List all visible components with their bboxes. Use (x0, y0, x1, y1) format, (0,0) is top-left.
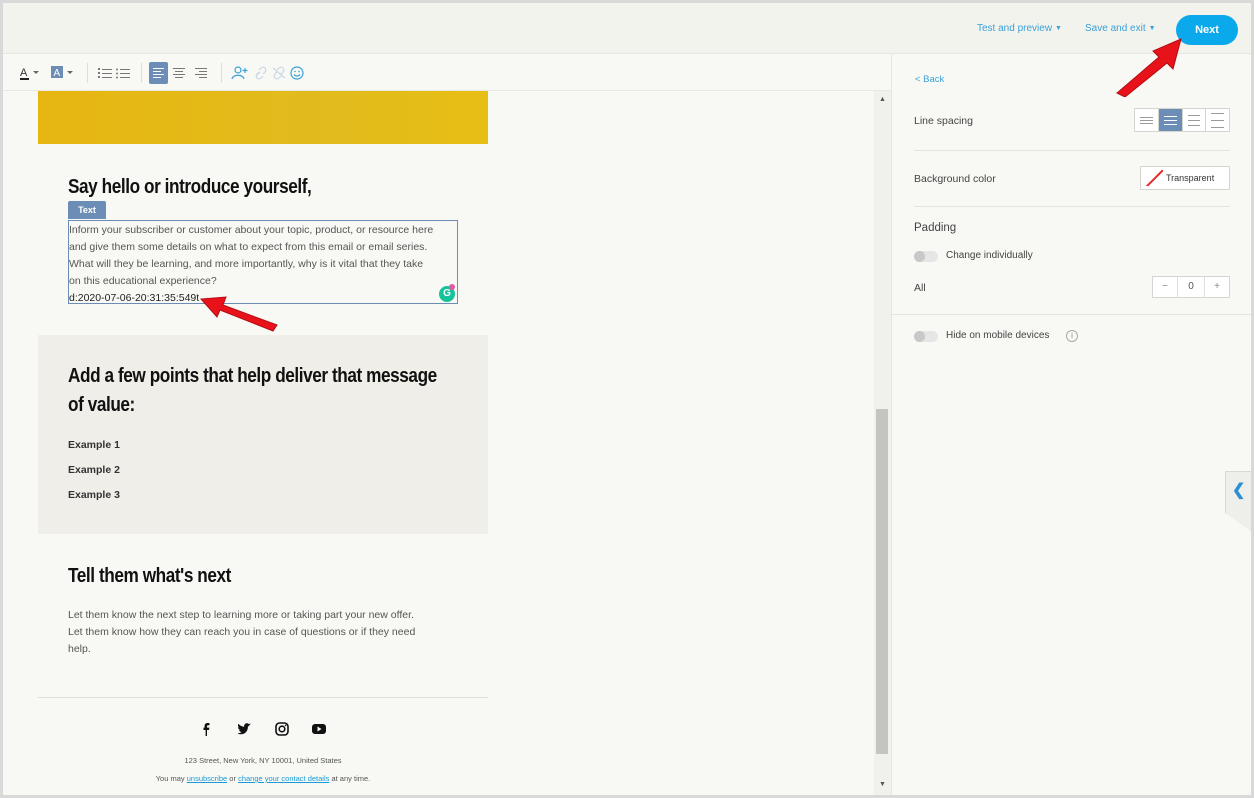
ordered-list-icon[interactable] (97, 64, 113, 82)
align-right-icon[interactable] (193, 64, 209, 82)
panel-divider (914, 150, 1230, 151)
formatting-toolbar: A A (3, 54, 891, 91)
paragraph-line: Let them know how they can reach you in … (68, 626, 416, 638)
caret-down-icon: ▼ (1055, 25, 1062, 32)
text-color-icon[interactable]: A (17, 64, 41, 82)
insert-personalization-icon[interactable] (231, 64, 249, 82)
unsubscribe-link[interactable]: unsubscribe (187, 774, 227, 783)
remove-link-icon[interactable] (271, 64, 287, 82)
hide-mobile-toggle[interactable] (914, 331, 938, 342)
canvas-scrollbar[interactable]: ▲ ▼ (874, 91, 891, 795)
annotation-arrow (199, 296, 278, 332)
section1-heading[interactable]: Say hello or introduce yourself, (68, 176, 312, 199)
editor-window: Test and preview ▼ Save and exit ▼ Next A … (3, 3, 1251, 795)
change-individually-label: Change individually (946, 250, 1033, 261)
footer-prefix: You may (155, 774, 185, 783)
body-line: What will they be learning, and more imp… (69, 258, 424, 270)
footer-links: You may unsubscribe or change your conta… (38, 774, 488, 783)
line-spacing-normal[interactable] (1158, 109, 1183, 131)
scrollbar-thumb[interactable] (876, 409, 888, 754)
change-contact-details-link[interactable]: change your contact details (238, 774, 329, 783)
section3-paragraph[interactable]: Let them know the next step to learning … (68, 607, 458, 658)
toolbar-divider (141, 63, 142, 83)
align-left-icon[interactable] (149, 62, 168, 84)
padding-decrease-button[interactable]: − (1153, 277, 1177, 297)
section3-heading[interactable]: Tell them what's next (68, 565, 231, 588)
insert-link-icon[interactable] (253, 64, 269, 82)
section2-heading-line1[interactable]: Add a few points that help deliver that … (68, 365, 437, 388)
highlight-color-icon[interactable]: A (49, 64, 75, 82)
example-item[interactable]: Example 3 (68, 489, 120, 501)
grammarly-icon[interactable]: G (439, 284, 455, 302)
scroll-up-icon[interactable]: ▲ (877, 96, 888, 103)
hide-mobile-label: Hide on mobile devices (946, 330, 1050, 341)
footer-or: or (229, 774, 236, 783)
scroll-down-icon[interactable]: ▼ (877, 781, 888, 788)
line-spacing-loose[interactable] (1206, 109, 1229, 131)
footer-suffix: at any time. (331, 774, 371, 783)
twitter-icon[interactable] (234, 719, 254, 739)
line-spacing-selector (1134, 108, 1230, 132)
svg-text:A: A (20, 67, 28, 79)
info-icon[interactable]: i (1066, 330, 1078, 342)
body-line: and give them some details on what to ex… (69, 241, 428, 253)
padding-value[interactable]: 0 (1177, 277, 1205, 297)
padding-increase-button[interactable]: + (1205, 277, 1229, 297)
paragraph-line: Let them know the next step to learning … (68, 609, 414, 621)
example-item[interactable]: Example 1 (68, 439, 120, 451)
instagram-icon[interactable] (272, 719, 292, 739)
toolbar-divider (221, 63, 222, 83)
toolbar-divider (87, 63, 88, 83)
panel-divider (914, 206, 1230, 207)
change-individually-toggle[interactable] (914, 251, 938, 262)
line-spacing-relaxed[interactable] (1183, 109, 1207, 131)
background-color-label: Background color (914, 173, 996, 185)
body-line: Inform your subscriber or customer about… (69, 224, 434, 236)
padding-all-label: All (914, 282, 926, 294)
youtube-icon[interactable] (309, 719, 329, 739)
test-preview-label: Test and preview (977, 23, 1053, 34)
example-item[interactable]: Example 2 (68, 464, 120, 476)
padding-label: Padding (914, 222, 957, 234)
notification-dot (449, 284, 455, 290)
background-color-picker[interactable]: Transparent (1140, 166, 1230, 190)
footer-divider (38, 697, 488, 698)
align-center-icon[interactable] (171, 64, 187, 82)
text-block-tag: Text (68, 201, 106, 219)
back-link[interactable]: < Back (915, 74, 944, 85)
settings-panel: < Back Line spacing Background color Tra… (891, 54, 1251, 795)
test-preview-dropdown[interactable]: Test and preview ▼ (977, 23, 1062, 34)
padding-stepper: − 0 + (1152, 276, 1230, 298)
chevron-left-icon: ❮ (1232, 482, 1246, 499)
paragraph-line: help. (68, 643, 91, 655)
line-spacing-tight[interactable] (1135, 109, 1159, 131)
transparent-swatch-icon (1145, 170, 1163, 186)
hero-image[interactable] (38, 91, 488, 144)
svg-text:A: A (54, 68, 61, 79)
top-bar: Test and preview ▼ Save and exit ▼ Next (3, 3, 1251, 54)
unordered-list-icon[interactable] (115, 64, 131, 82)
background-color-value: Transparent (1166, 173, 1215, 183)
panel-divider (892, 314, 1251, 315)
emoji-icon[interactable] (289, 64, 305, 82)
email-canvas[interactable]: Say hello or introduce yourself, Text In… (3, 91, 874, 795)
annotation-arrow (1116, 38, 1182, 97)
line-spacing-label: Line spacing (914, 115, 973, 127)
footer-address: 123 Street, New York, NY 10001, United S… (184, 756, 342, 765)
section2-heading-line2[interactable]: of value: (68, 394, 135, 417)
facebook-icon[interactable] (196, 719, 216, 739)
